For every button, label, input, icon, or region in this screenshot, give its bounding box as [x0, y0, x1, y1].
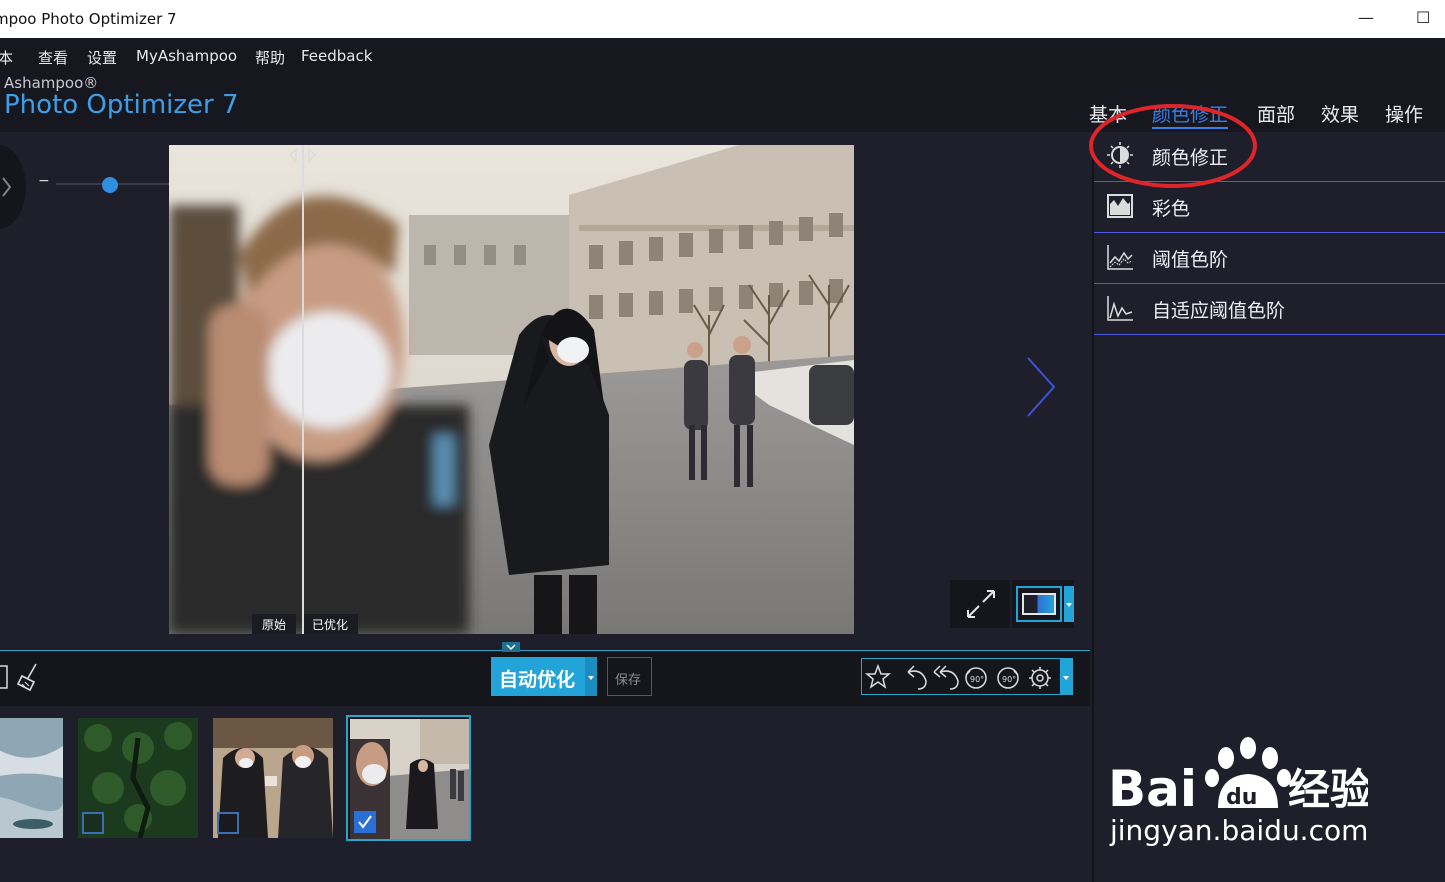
- settings-gear-button[interactable]: [1026, 659, 1056, 694]
- auto-optimize-label: 自动优化: [499, 669, 576, 691]
- panel-item-label: 阈值色阶: [1152, 249, 1229, 271]
- caret-down-icon: [1066, 603, 1072, 607]
- save-label: 保存: [615, 673, 642, 688]
- levels-icon: [1107, 245, 1133, 270]
- thumbnail-3[interactable]: [213, 718, 333, 838]
- panel-item-label: 自适应阈值色阶: [1152, 300, 1286, 322]
- title-bar: mpoo Photo Optimizer 7 — ☐: [0, 0, 1445, 38]
- auto-optimize-button[interactable]: 自动优化: [491, 657, 597, 696]
- fullscreen-button[interactable]: [950, 580, 1010, 628]
- compare-view-button[interactable]: [1016, 586, 1062, 622]
- panel-item-levels[interactable]: 阈值色阶: [1094, 233, 1445, 284]
- caret-down-icon: [588, 676, 594, 680]
- caret-down-icon: [1063, 676, 1069, 680]
- color-icon: [1107, 194, 1133, 218]
- maximize-button[interactable]: ☐: [1416, 8, 1430, 27]
- rotate-right-90-button[interactable]: [994, 659, 1024, 694]
- sea-photo-image: [0, 718, 63, 838]
- tab-operations[interactable]: 操作: [1385, 100, 1423, 127]
- menu-item-basic[interactable]: 本: [0, 47, 13, 68]
- window-title: mpoo Photo Optimizer 7: [0, 10, 177, 28]
- menu-item-view[interactable]: 查看: [38, 47, 68, 68]
- undo-button[interactable]: [896, 659, 928, 694]
- panel-item-adaptive-levels[interactable]: 自适应阈值色阶: [1094, 284, 1445, 335]
- thumbnail-4-selected[interactable]: [346, 715, 471, 841]
- adaptive-levels-icon: [1107, 296, 1133, 321]
- checkmark-icon: [358, 815, 372, 829]
- baidu-paw-logo: Bai du 经验: [1108, 737, 1368, 816]
- preview-photo[interactable]: [169, 145, 854, 634]
- rotate-left-90-button[interactable]: [962, 659, 992, 694]
- compare-view-arrow[interactable]: [1064, 586, 1074, 622]
- svg-text:Bai: Bai: [1108, 760, 1197, 816]
- auto-optimize-menu[interactable]: [585, 657, 597, 696]
- menu-bar: 本 查看 设置 MyAshampoo 帮助 Feedback: [0, 38, 1445, 72]
- split-view-icon: [1022, 593, 1056, 615]
- clean-broom-icon[interactable]: [14, 662, 44, 692]
- panel-item-label: 彩色: [1152, 198, 1191, 220]
- street-photo-image: [169, 145, 854, 634]
- minimize-button[interactable]: —: [1358, 8, 1374, 27]
- thumbnail-checkbox[interactable]: [82, 812, 104, 834]
- thumbnail-2[interactable]: [78, 718, 198, 838]
- favorites-star-button[interactable]: [862, 659, 894, 694]
- collapse-left-button[interactable]: [0, 145, 26, 229]
- tools-menu-arrow[interactable]: [1060, 659, 1072, 694]
- chevron-right-icon: [2, 177, 12, 197]
- brand-product: Photo Optimizer 7: [4, 90, 239, 120]
- thumbnail-1[interactable]: [0, 718, 63, 838]
- thumbnail-checkbox[interactable]: [217, 812, 239, 834]
- brand-logo: Ashampoo® Photo Optimizer 7: [4, 74, 239, 120]
- annotation-circle: [1089, 104, 1257, 188]
- menu-item-help[interactable]: 帮助: [255, 47, 285, 68]
- label-optimized: 已优化: [304, 614, 359, 634]
- collapse-filmstrip-icon[interactable]: [502, 642, 520, 652]
- edit-tools-group: 90° 90°: [861, 658, 1073, 695]
- menu-item-feedback[interactable]: Feedback: [301, 47, 372, 65]
- expand-icon: [967, 590, 995, 618]
- zoom-out-icon[interactable]: −: [38, 173, 50, 189]
- watermark-url: jingyan.baidu.com: [1110, 814, 1369, 847]
- next-image-icon[interactable]: [1020, 354, 1060, 420]
- menu-item-myashampoo[interactable]: MyAshampoo: [136, 47, 237, 65]
- thumbnail-checkbox-checked[interactable]: [354, 811, 376, 833]
- save-button[interactable]: 保存: [607, 657, 652, 696]
- svg-text:经验: 经验: [1288, 765, 1368, 814]
- menu-item-settings[interactable]: 设置: [87, 47, 117, 68]
- folder-icon[interactable]: [0, 664, 10, 690]
- compare-view-dropdown[interactable]: [1012, 580, 1074, 628]
- svg-text:du: du: [1226, 785, 1257, 810]
- tab-face[interactable]: 面部: [1257, 100, 1295, 127]
- undo-all-button[interactable]: [928, 659, 960, 694]
- tab-effects[interactable]: 效果: [1321, 100, 1359, 127]
- zoom-thumb[interactable]: [102, 177, 119, 193]
- label-original: 原始: [252, 614, 297, 634]
